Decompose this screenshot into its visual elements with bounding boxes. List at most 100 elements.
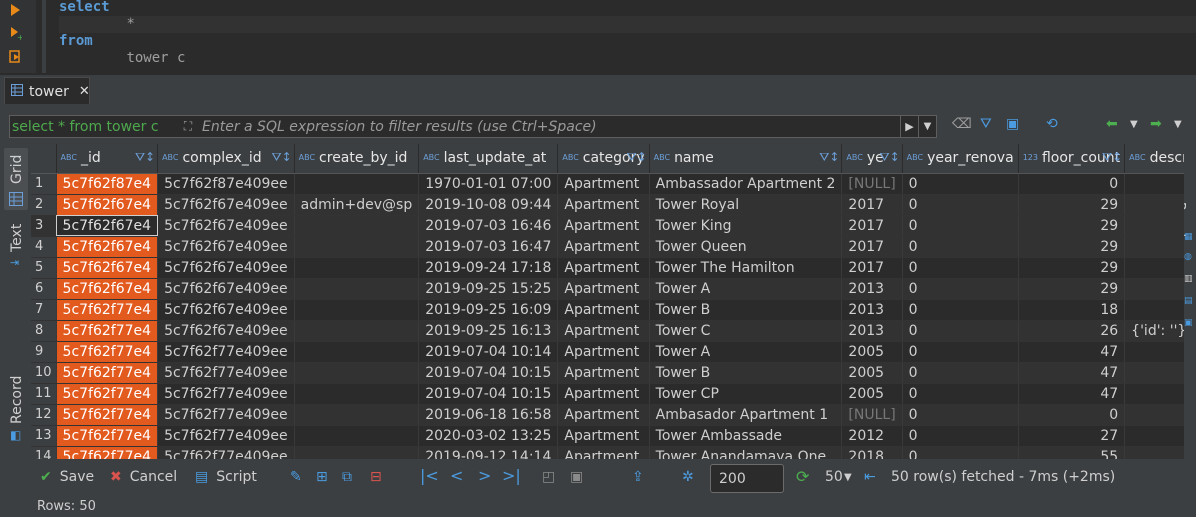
row-number[interactable]: 6: [31, 278, 57, 300]
table-cell[interactable]: [1124, 341, 1184, 363]
cell-id[interactable]: 5c7f62f77e4: [56, 320, 159, 342]
table-cell[interactable]: [294, 299, 420, 321]
table-cell[interactable]: 2019-07-04 10:15: [418, 383, 559, 405]
table-cell[interactable]: 0: [902, 236, 1019, 258]
table-row[interactable]: 11 5c7f62f77e4 5c7f62f77e409ee 2019-07-04 1…: [31, 383, 1184, 405]
table-cell[interactable]: Apartment: [557, 320, 650, 342]
execute-script-icon[interactable]: [8, 49, 22, 63]
sort-filter-icon[interactable]: ⛛↕: [272, 150, 292, 165]
cell-id[interactable]: 5c7f62f67e4: [56, 257, 159, 279]
grouping-panel-icon[interactable]: ▥: [1184, 274, 1193, 284]
cell-id[interactable]: 5c7f62f67e4: [56, 278, 159, 300]
table-cell[interactable]: [294, 257, 420, 279]
table-cell[interactable]: [294, 362, 420, 384]
edit-cell-icon[interactable]: ✎: [290, 469, 302, 485]
table-cell[interactable]: Tower B: [649, 362, 843, 384]
table-cell[interactable]: Apartment: [557, 404, 650, 426]
column-header-complex-id[interactable]: ABC complex_id ⛛↕: [157, 144, 295, 174]
maximize-icon[interactable]: ▣: [570, 469, 583, 485]
table-cell[interactable]: 2013: [841, 320, 903, 342]
column-header-category[interactable]: ABC category ⛛↕: [557, 144, 650, 174]
table-cell[interactable]: 5c7f62f77e409ee: [157, 341, 295, 363]
column-header-id[interactable]: ABC _id ⛛↕: [56, 144, 159, 174]
table-cell[interactable]: 2019-07-03 16:47: [418, 236, 559, 258]
table-cell[interactable]: [1124, 383, 1184, 405]
table-cell[interactable]: 2020-03-02 13:25: [418, 425, 559, 447]
table-cell[interactable]: 2019-09-25 16:09: [418, 299, 559, 321]
row-number[interactable]: 7: [31, 299, 57, 321]
table-cell[interactable]: 55: [1018, 446, 1126, 459]
apply-filter-icon[interactable]: ▶: [900, 116, 918, 137]
row-number[interactable]: 5: [31, 257, 57, 279]
filter-history[interactable]: select * from tower c: [10, 119, 178, 135]
table-cell[interactable]: 2013: [841, 278, 903, 300]
table-cell[interactable]: [294, 446, 420, 459]
table-cell[interactable]: Apartment: [557, 236, 650, 258]
table-cell[interactable]: Tower Anandamaya One: [649, 446, 843, 459]
forward-arrow-icon[interactable]: ➡: [1150, 116, 1162, 132]
table-cell[interactable]: [NULL]: [841, 404, 903, 426]
column-header-create-by-id[interactable]: ABC create_by_id: [294, 144, 420, 174]
table-cell[interactable]: 0: [902, 257, 1019, 279]
chevron-down-icon[interactable]: ▼: [844, 472, 852, 483]
table-cell[interactable]: Apartment: [557, 362, 650, 384]
table-cell[interactable]: 5c7f62f67e409ee: [157, 194, 295, 216]
cell-id[interactable]: 5c7f62f87e4: [56, 173, 159, 195]
table-cell[interactable]: 0: [902, 278, 1019, 300]
record-view-tab[interactable]: Record ◧: [4, 374, 28, 444]
table-cell[interactable]: 2017: [841, 236, 903, 258]
table-cell[interactable]: Apartment: [557, 215, 650, 237]
table-row[interactable]: 13 5c7f62f77e4 5c7f62f77e409ee 2020-03-02 1…: [31, 425, 1184, 447]
table-cell[interactable]: Tower CP: [649, 383, 843, 405]
table-cell[interactable]: 2019-07-03 16:46: [418, 215, 559, 237]
table-cell[interactable]: [1124, 425, 1184, 447]
row-number[interactable]: 12: [31, 404, 57, 426]
expand-icon[interactable]: ⛶: [178, 119, 198, 134]
table-cell[interactable]: Tower A: [649, 278, 843, 300]
row-number[interactable]: 8: [31, 320, 57, 342]
table-cell[interactable]: 1970-01-01 07:00: [418, 173, 559, 195]
table-row[interactable]: 8 5c7f62f77e4 5c7f62f67e409ee 2019-09-25 16…: [31, 320, 1184, 342]
table-cell[interactable]: [1124, 299, 1184, 321]
table-cell[interactable]: 2019-10-08 09:44: [418, 194, 559, 216]
cell-id[interactable]: 5c7f62f77e4: [56, 362, 159, 384]
table-cell[interactable]: 2019-07-04 10:14: [418, 341, 559, 363]
row-number[interactable]: 10: [31, 362, 57, 384]
table-cell[interactable]: 0: [902, 299, 1019, 321]
calc-panel-icon[interactable]: ▤: [1184, 296, 1193, 306]
cell-id[interactable]: 5c7f62f77e4: [56, 383, 159, 405]
table-cell[interactable]: 5c7f62f77e409ee: [157, 362, 295, 384]
refresh-results-icon[interactable]: ⟳: [796, 467, 809, 486]
table-cell[interactable]: Apartment: [557, 278, 650, 300]
column-header-description[interactable]: ABCdescription: [1124, 144, 1184, 174]
table-cell[interactable]: 2019-09-25 15:25: [418, 278, 559, 300]
column-header-floor-count[interactable]: 123 floor_count ⛛↕: [1018, 144, 1126, 174]
table-cell[interactable]: 0: [902, 194, 1019, 216]
execute-statement-icon[interactable]: [8, 3, 22, 17]
filter-icon[interactable]: ⛛: [980, 116, 992, 132]
row-number[interactable]: 1: [31, 173, 57, 195]
table-cell[interactable]: 0: [902, 362, 1019, 384]
fetch-all-icon[interactable]: ⇤: [864, 469, 876, 485]
table-row[interactable]: 2 5c7f62f67e4 5c7f62f67e409ee admin+dev@sp 2…: [31, 194, 1184, 216]
table-cell[interactable]: 5c7f62f77e409ee: [157, 383, 295, 405]
row-number[interactable]: 11: [31, 383, 57, 405]
filter-history-dropdown-icon[interactable]: ▼: [918, 116, 936, 137]
results-grid[interactable]: ABC _id ⛛↕ ABC complex_id ⛛↕ ABC create_by_id…: [31, 144, 1184, 459]
panels-sidebar[interactable]: Panels ▦ ◍ ▥ ▤ ▣: [1172, 144, 1196, 459]
table-cell[interactable]: Apartment: [557, 173, 650, 195]
grid-view-tab[interactable]: Grid: [4, 148, 28, 210]
table-row[interactable]: 12 5c7f62f77e4 5c7f62f77e409ee 2019-06-18 1…: [31, 404, 1184, 426]
back-arrow-icon[interactable]: ⬅: [1106, 116, 1118, 132]
table-cell[interactable]: 0: [902, 383, 1019, 405]
sql-editor[interactable]: + select * from tower c: [0, 0, 1196, 73]
table-cell[interactable]: Apartment: [557, 383, 650, 405]
table-cell[interactable]: 47: [1018, 383, 1126, 405]
table-cell[interactable]: Tower C: [649, 320, 843, 342]
delete-row-icon[interactable]: ⊟: [370, 469, 382, 485]
table-cell[interactable]: Tower King: [649, 215, 843, 237]
table-cell[interactable]: 5c7f62f67e409ee: [157, 299, 295, 321]
fetch-size-input[interactable]: [710, 464, 784, 493]
table-cell[interactable]: [1124, 194, 1184, 216]
column-header-year[interactable]: ABC ye ⛛↕: [841, 144, 903, 174]
